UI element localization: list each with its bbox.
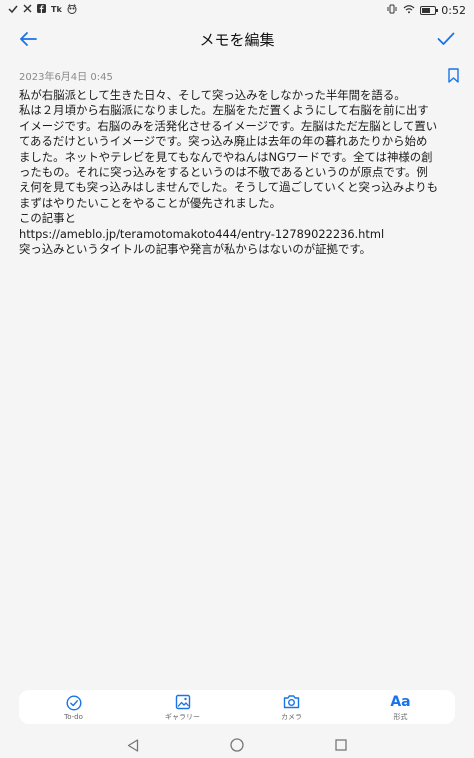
gallery-label: ギャラリー [165, 712, 200, 721]
close-icon [23, 4, 32, 16]
status-left-icons: Tk [8, 3, 77, 17]
todo-button[interactable]: To-do [34, 694, 114, 721]
nav-home-button[interactable] [229, 737, 245, 753]
note-line: この記事と [19, 211, 76, 226]
wifi-icon [403, 4, 415, 17]
check-icon [437, 32, 455, 45]
note-line: まずはやりたいことをやることが優先されました。 [19, 195, 281, 210]
note-line: てあるだけというイメージです。突っ込み廃止は去年の年の暮れあたりから始め [19, 134, 428, 149]
note-line: ました。ネットやテレビを見てもなんでやねんはNGワードです。全ては神様の創 [19, 149, 433, 164]
battery-icon [420, 5, 439, 15]
todo-check-icon [65, 694, 82, 712]
status-time: 0:52 [441, 3, 466, 17]
owl-icon [67, 3, 77, 17]
gallery-button[interactable]: ギャラリー [143, 693, 223, 722]
camera-button[interactable]: カメラ [252, 693, 332, 722]
format-button[interactable]: Aa 形式 [361, 693, 441, 722]
note-link-line[interactable]: https://ameblo.jp/teramotomakoto444/entr… [19, 227, 459, 242]
nav-back-button[interactable] [125, 737, 141, 753]
bottom-toolbar: To-do ギャラリー カメラ Aa 形式 [19, 690, 455, 724]
facebook-icon [37, 4, 46, 16]
check-icon [8, 4, 18, 17]
note-line: 私が右脳派として生きた日々、そして突っ込みをしなかった半年間を語る。 [19, 88, 406, 102]
gallery-icon [175, 693, 191, 711]
nav-recents-icon [335, 739, 347, 751]
format-text-icon: Aa [390, 693, 411, 710]
bookmark-button[interactable] [448, 67, 459, 83]
header: メモを編集 [0, 20, 474, 58]
nav-home-icon [230, 738, 244, 752]
note-meta-row: 2023年6月4日 0:45 [19, 66, 459, 84]
note-line: 突っ込みというタイトルの記事や発言が私からはないのが証拠です。 [19, 242, 371, 257]
todo-label: To-do [64, 712, 83, 721]
camera-icon [283, 693, 300, 711]
camera-label: カメラ [281, 712, 302, 721]
note-line: イメージです。右脳のみを活発化させるイメージです。左脳はただ左脳として置い [19, 118, 438, 133]
arrow-back-icon [20, 32, 37, 46]
system-nav-bar [0, 732, 474, 758]
note-body[interactable]: 私が右脳派として生きた日々、そして突っ込みをしなかった半年間を語る。 私は２月頃… [19, 88, 459, 257]
format-label: 形式 [393, 712, 408, 721]
back-button[interactable] [14, 25, 42, 53]
vibrate-icon [386, 4, 398, 17]
nav-recents-button[interactable] [333, 737, 349, 753]
confirm-button[interactable] [432, 25, 460, 53]
page-title: メモを編集 [199, 30, 275, 49]
tk-icon: Tk [51, 5, 62, 14]
bookmark-icon [448, 67, 459, 83]
note-line: ったもの。それに突っ込みをするというのは不敬であるというのが原点です。例 [19, 165, 428, 180]
status-right-icons: 0:52 [386, 4, 466, 17]
note-line: 私は２月頃から右脳派になりました。左脳をただ置くようにして右脳を前に出す [19, 103, 429, 118]
status-bar: Tk 0:52 [0, 0, 474, 20]
nav-back-icon [127, 738, 139, 752]
note-line: え何を見ても突っ込みはしませんでした。そうして過ごしていくと突っ込みよりも [19, 180, 439, 195]
note-date: 2023年6月4日 0:45 [19, 71, 113, 83]
